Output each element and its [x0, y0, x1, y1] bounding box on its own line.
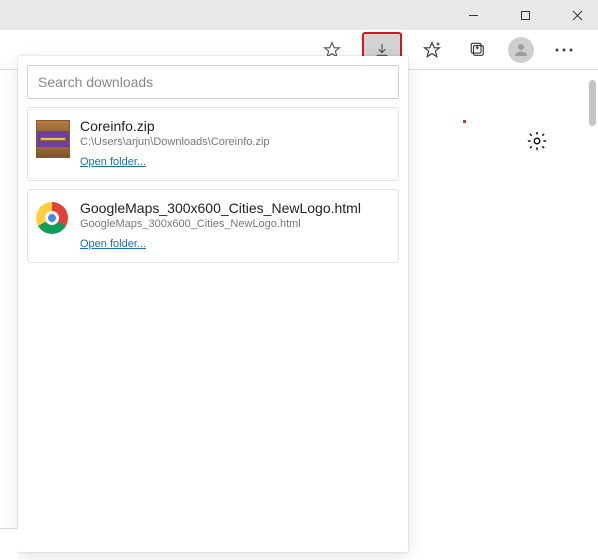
download-info: GoogleMaps_300x600_Cities_NewLogo.html G… — [80, 200, 390, 252]
favorites-icon[interactable] — [416, 34, 448, 66]
collections-icon[interactable] — [462, 34, 494, 66]
download-info: Coreinfo.zip C:\Users\arjun\Downloads\Co… — [80, 118, 390, 170]
more-menu-icon[interactable] — [548, 34, 580, 66]
close-button[interactable] — [560, 2, 594, 28]
maximize-button[interactable] — [508, 2, 542, 28]
download-filename: Coreinfo.zip — [80, 118, 390, 134]
page-footer-edge — [0, 528, 18, 560]
downloads-panel: Coreinfo.zip C:\Users\arjun\Downloads\Co… — [18, 56, 408, 552]
open-folder-link[interactable]: Open folder... — [80, 156, 146, 168]
download-filepath: C:\Users\arjun\Downloads\Coreinfo.zip — [80, 136, 390, 148]
window-titlebar — [0, 0, 598, 30]
notification-dot — [463, 120, 466, 123]
search-input[interactable] — [38, 74, 388, 90]
vertical-scrollbar[interactable] — [589, 80, 596, 126]
open-folder-link[interactable]: Open folder... — [80, 238, 146, 250]
chrome-file-icon — [36, 202, 70, 236]
download-item[interactable]: GoogleMaps_300x600_Cities_NewLogo.html G… — [27, 189, 399, 263]
download-item[interactable]: Coreinfo.zip C:\Users\arjun\Downloads\Co… — [27, 107, 399, 181]
minimize-button[interactable] — [456, 2, 490, 28]
download-filename: GoogleMaps_300x600_Cities_NewLogo.html — [80, 200, 390, 216]
download-filepath: GoogleMaps_300x600_Cities_NewLogo.html — [80, 218, 390, 230]
settings-gear-icon[interactable] — [526, 130, 548, 157]
content-area: Coreinfo.zip C:\Users\arjun\Downloads\Co… — [0, 70, 598, 560]
profile-avatar[interactable] — [508, 37, 534, 63]
archive-file-icon — [36, 120, 70, 154]
search-downloads-field[interactable] — [27, 65, 399, 99]
